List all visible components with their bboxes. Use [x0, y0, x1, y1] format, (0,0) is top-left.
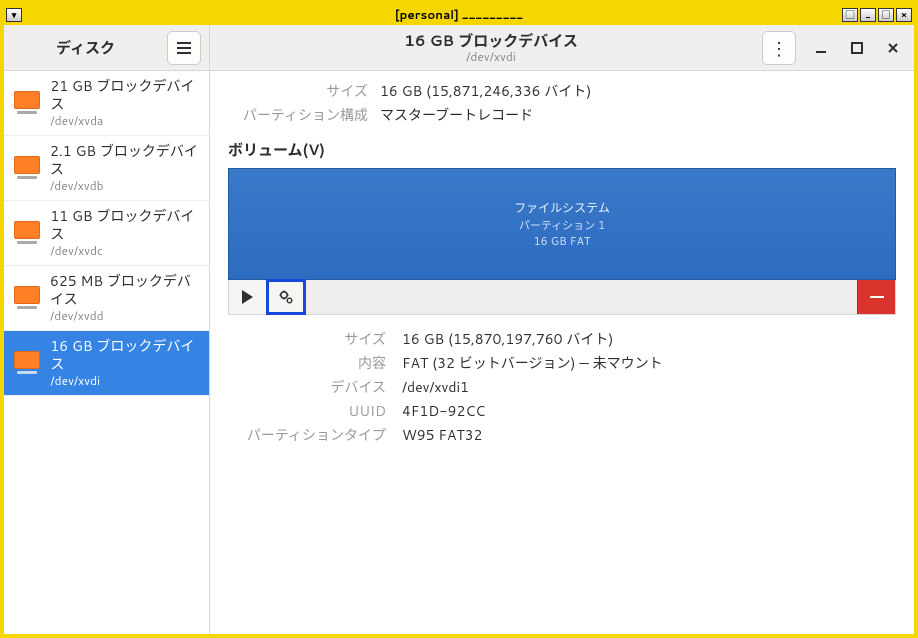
volumes-heading: ボリューム(V) — [228, 139, 896, 160]
disk-path: /dev/xvdd — [50, 308, 199, 324]
disk-name: 11 GB ブロックデバイス — [50, 207, 199, 243]
size-label: サイズ — [228, 81, 368, 101]
sidebar-header: ディスク — [4, 25, 209, 71]
volume-line-2: パーティション 1 — [519, 217, 605, 234]
disk-path: /dev/xvdb — [50, 178, 199, 194]
delete-partition-button[interactable] — [857, 280, 895, 314]
volume-partition-1[interactable]: ファイルシステム パーティション 1 16 GB FAT — [228, 168, 896, 280]
disk-icon — [14, 156, 40, 179]
app-menu-button[interactable] — [167, 31, 201, 65]
disk-item-xvdb[interactable]: 2.1 GB ブロックデバイス /dev/xvdb — [4, 136, 209, 201]
detail-ptype-value: W95 FAT32 — [402, 425, 896, 445]
titlebar-btn-a[interactable]: ▢ — [842, 8, 858, 22]
close-icon — [886, 41, 900, 55]
disk-item-xvdi[interactable]: 16 GB ブロックデバイス /dev/xvdi — [4, 331, 209, 396]
play-icon — [242, 290, 253, 304]
titlebar-minimize[interactable]: _ — [860, 8, 876, 22]
detail-device-value: /dev/xvdi1 — [402, 377, 896, 397]
mount-button[interactable] — [229, 280, 267, 314]
disk-icon — [14, 286, 40, 309]
volume-details: サイズ 16 GB (15,870,197,760 バイト) 内容 FAT (3… — [228, 329, 896, 445]
disk-item-xvdc[interactable]: 11 GB ブロックデバイス /dev/xvdc — [4, 201, 209, 266]
maximize-icon — [850, 41, 864, 55]
size-value: 16 GB (15,871,246,336 バイト) — [380, 81, 896, 101]
partitioning-label: パーティション構成 — [228, 105, 368, 125]
detail-uuid-label: UUID — [228, 401, 386, 421]
disk-name: 16 GB ブロックデバイス — [50, 337, 199, 373]
volume-settings-button[interactable] — [267, 280, 305, 314]
disk-item-xvda[interactable]: 21 GB ブロックデバイス /dev/xvda — [4, 71, 209, 136]
window-title: [personal] _________ — [395, 6, 523, 23]
disk-path: /dev/xvdc — [50, 243, 199, 259]
device-info: サイズ 16 GB (15,871,246,336 バイト) パーティション構成… — [228, 81, 896, 125]
gear-icon — [278, 289, 294, 305]
titlebar-close[interactable]: × — [896, 8, 912, 22]
disk-icon — [14, 91, 40, 114]
detail-size-label: サイズ — [228, 329, 386, 349]
main-header: 16 GB ブロックデバイス /dev/xvdi ⋮ — [210, 25, 914, 71]
drive-menu-button[interactable]: ⋮ — [762, 31, 796, 65]
window-title-bar: ▾ [personal] _________ ▢ _ □ × — [4, 4, 914, 25]
disk-name: 625 MB ブロックデバイス — [50, 272, 199, 308]
main-pane: 16 GB ブロックデバイス /dev/xvdi ⋮ — [210, 25, 914, 634]
titlebar-maximize[interactable]: □ — [878, 8, 894, 22]
kebab-icon: ⋮ — [770, 35, 788, 61]
detail-contents-label: 内容 — [228, 353, 386, 373]
volume-line-1: ファイルシステム — [514, 199, 610, 217]
detail-ptype-label: パーティションタイプ — [228, 425, 386, 445]
page-subtitle: /dev/xvdi — [220, 50, 762, 64]
disk-name: 2.1 GB ブロックデバイス — [50, 142, 199, 178]
volume-toolbar — [228, 280, 896, 315]
detail-size-value: 16 GB (15,870,197,760 バイト) — [402, 329, 896, 349]
disk-path: /dev/xvdi — [50, 373, 199, 389]
detail-contents-value: FAT (32 ビットバージョン) — 未マウント — [402, 353, 896, 373]
partitioning-value: マスターブートレコード — [380, 105, 896, 125]
window-close-button[interactable] — [882, 37, 904, 59]
disk-name: 21 GB ブロックデバイス — [50, 77, 199, 113]
detail-uuid-value: 4F1D-92CC — [402, 401, 896, 421]
titlebar-menu-icon[interactable]: ▾ — [6, 8, 22, 22]
disk-item-xvdd[interactable]: 625 MB ブロックデバイス /dev/xvdd — [4, 266, 209, 331]
hamburger-icon — [177, 42, 191, 54]
minus-icon — [870, 296, 884, 298]
sidebar-title: ディスク — [12, 37, 159, 58]
minimize-icon — [814, 41, 828, 55]
window-minimize-button[interactable] — [810, 37, 832, 59]
sidebar: ディスク 21 GB ブロックデバイス /dev/xvda — [4, 25, 210, 634]
window-maximize-button[interactable] — [846, 37, 868, 59]
detail-device-label: デバイス — [228, 377, 386, 397]
disk-icon — [14, 221, 40, 244]
disk-path: /dev/xvda — [50, 113, 199, 129]
disk-icon — [14, 351, 40, 374]
volume-line-3: 16 GB FAT — [534, 233, 591, 250]
disk-list: 21 GB ブロックデバイス /dev/xvda 2.1 GB ブロックデバイス… — [4, 71, 209, 634]
